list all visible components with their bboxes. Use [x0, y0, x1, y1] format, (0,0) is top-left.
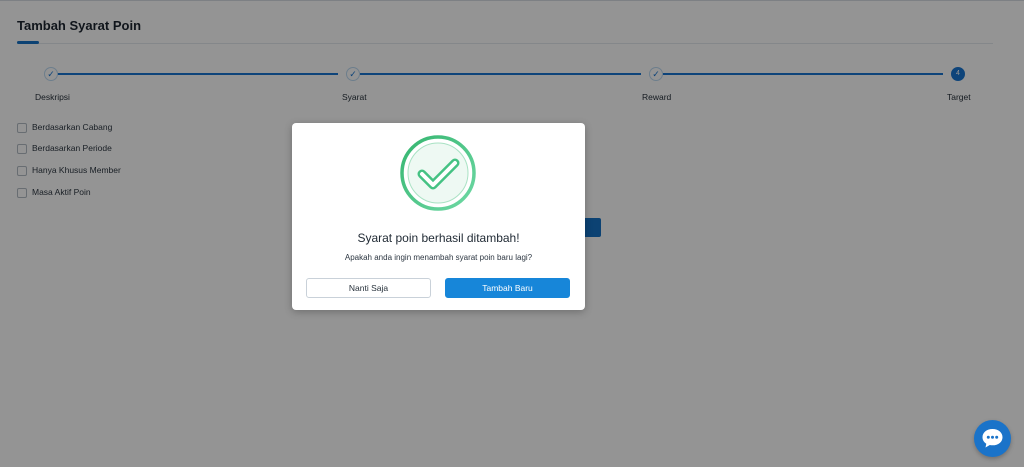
chat-bubble-icon: [982, 429, 1003, 448]
tambah-baru-button[interactable]: Tambah Baru: [445, 278, 570, 298]
dialog-message: Apakah anda ingin menambah syarat poin b…: [344, 253, 533, 262]
success-dialog: Syarat poin berhasil ditambah! Apakah an…: [292, 123, 585, 310]
success-check-icon: [400, 135, 476, 211]
dialog-title: Syarat poin berhasil ditambah!: [357, 231, 520, 245]
nanti-saja-button[interactable]: Nanti Saja: [306, 278, 431, 298]
chat-button[interactable]: [974, 420, 1011, 457]
